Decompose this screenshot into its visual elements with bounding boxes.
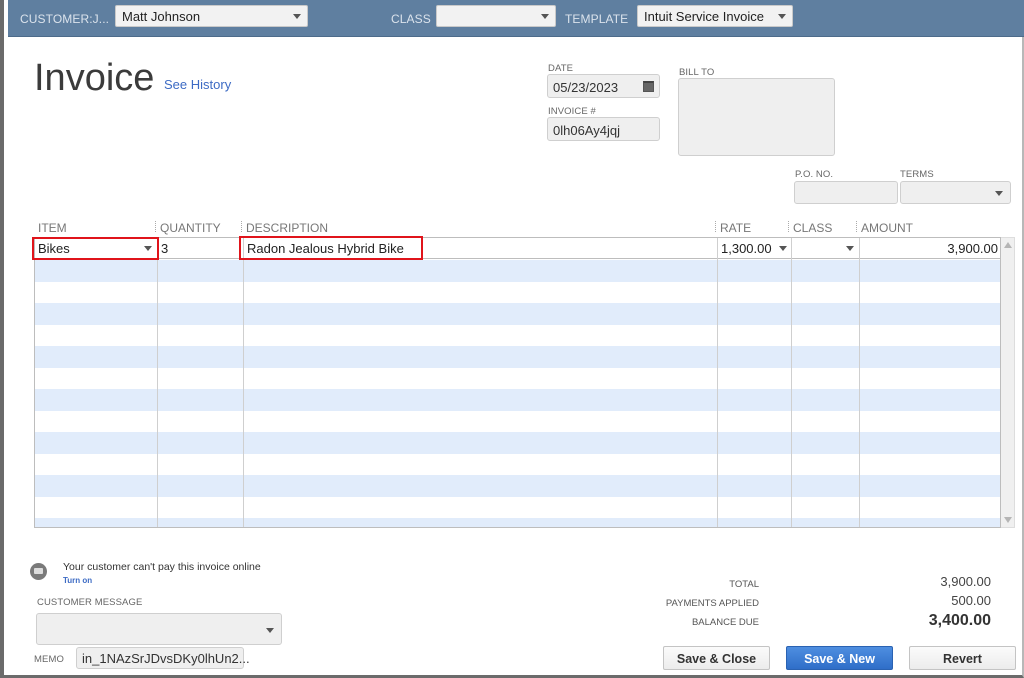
revert-button[interactable]: Revert bbox=[909, 646, 1016, 670]
chevron-down-icon[interactable] bbox=[779, 246, 787, 251]
table-row[interactable] bbox=[35, 260, 1000, 282]
column-divider bbox=[717, 238, 718, 527]
customer-message-select[interactable] bbox=[36, 613, 282, 645]
column-divider bbox=[859, 238, 860, 527]
table-row[interactable] bbox=[35, 518, 1000, 527]
po-number-field[interactable] bbox=[794, 181, 898, 204]
table-row[interactable]: Bikes 3 Radon Jealous Hybrid Bike 1,300.… bbox=[35, 238, 1000, 260]
date-value: 05/23/2023 bbox=[553, 80, 619, 95]
total-value: 3,900.00 bbox=[940, 574, 991, 589]
column-header-quantity[interactable]: QUANTITY bbox=[160, 221, 221, 235]
template-select[interactable]: Intuit Service Invoice bbox=[637, 5, 793, 27]
balance-due-value: 3,400.00 bbox=[928, 612, 991, 629]
class-select[interactable] bbox=[436, 5, 556, 27]
rate-value: 1,300.00 bbox=[721, 241, 772, 256]
chevron-down-icon bbox=[266, 628, 274, 633]
payments-applied-value: 500.00 bbox=[951, 593, 991, 608]
column-header-rate[interactable]: RATE bbox=[720, 221, 751, 235]
credit-card-icon bbox=[30, 563, 47, 580]
table-row[interactable] bbox=[35, 389, 1000, 411]
line-items-table: Bikes 3 Radon Jealous Hybrid Bike 1,300.… bbox=[34, 237, 1001, 528]
memo-value: in_1NAzSrJDvsDKy0lhUn2... bbox=[82, 651, 250, 666]
chevron-down-icon[interactable] bbox=[846, 246, 854, 251]
quantity-cell[interactable]: 3 bbox=[161, 238, 241, 258]
terms-select[interactable] bbox=[900, 181, 1011, 204]
chevron-down-icon bbox=[778, 14, 786, 19]
invoice-number-value: 0lh06Ay4jqj bbox=[553, 123, 620, 138]
column-header-item[interactable]: ITEM bbox=[38, 221, 67, 235]
table-row[interactable] bbox=[35, 475, 1000, 497]
payments-applied-label: PAYMENTS APPLIED bbox=[665, 598, 759, 609]
table-scrollbar[interactable] bbox=[1001, 237, 1015, 528]
top-toolbar: CUSTOMER:J... Matt Johnson CLASS TEMPLAT… bbox=[8, 0, 1024, 37]
column-resize-handle[interactable] bbox=[715, 221, 716, 232]
table-row[interactable] bbox=[35, 346, 1000, 368]
column-divider bbox=[791, 238, 792, 527]
column-header-amount[interactable]: AMOUNT bbox=[861, 221, 913, 235]
column-divider bbox=[157, 238, 158, 527]
chevron-down-icon bbox=[995, 191, 1003, 196]
customer-label: CUSTOMER:J... bbox=[20, 12, 110, 26]
bill-to-label: BILL TO bbox=[679, 67, 715, 78]
customer-value: Matt Johnson bbox=[122, 9, 201, 24]
calendar-icon[interactable] bbox=[643, 81, 654, 92]
class-label: CLASS bbox=[391, 12, 431, 26]
table-row[interactable] bbox=[35, 325, 1000, 347]
table-row[interactable] bbox=[35, 497, 1000, 519]
scroll-down-icon[interactable] bbox=[1004, 517, 1012, 523]
column-resize-handle[interactable] bbox=[856, 221, 857, 232]
table-row[interactable] bbox=[35, 432, 1000, 454]
chevron-down-icon bbox=[293, 14, 301, 19]
bill-to-field[interactable] bbox=[678, 78, 835, 156]
table-row[interactable] bbox=[35, 368, 1000, 390]
total-label: TOTAL bbox=[729, 579, 759, 590]
invoice-window: CUSTOMER:J... Matt Johnson CLASS TEMPLAT… bbox=[0, 0, 1024, 678]
description-highlight-box bbox=[239, 236, 423, 260]
template-value: Intuit Service Invoice bbox=[644, 9, 764, 24]
balance-due-label: BALANCE DUE bbox=[691, 617, 759, 628]
customer-message-label: CUSTOMER MESSAGE bbox=[37, 597, 143, 608]
column-header-class[interactable]: CLASS bbox=[793, 221, 832, 235]
scroll-up-icon[interactable] bbox=[1004, 242, 1012, 248]
save-close-button[interactable]: Save & Close bbox=[663, 646, 770, 670]
table-row[interactable] bbox=[35, 454, 1000, 476]
template-label: TEMPLATE bbox=[565, 12, 629, 26]
table-row[interactable] bbox=[35, 282, 1000, 304]
customer-select[interactable]: Matt Johnson bbox=[115, 5, 308, 27]
column-resize-handle[interactable] bbox=[241, 221, 242, 232]
chevron-down-icon bbox=[541, 14, 549, 19]
rate-cell[interactable]: 1,300.00 bbox=[721, 238, 791, 258]
date-label: DATE bbox=[548, 63, 574, 74]
column-divider bbox=[243, 238, 244, 527]
column-resize-handle[interactable] bbox=[788, 221, 789, 232]
column-header-description[interactable]: DESCRIPTION bbox=[246, 221, 328, 235]
date-field[interactable]: 05/23/2023 bbox=[547, 74, 660, 98]
item-highlight-box bbox=[32, 237, 159, 260]
terms-label: TERMS bbox=[900, 169, 934, 180]
memo-label: MEMO bbox=[34, 654, 64, 665]
invoice-number-field[interactable]: 0lh06Ay4jqj bbox=[547, 117, 660, 141]
online-payment-notice: Your customer can't pay this invoice onl… bbox=[63, 561, 261, 573]
po-number-label: P.O. NO. bbox=[795, 169, 834, 180]
invoice-number-label: INVOICE # bbox=[548, 106, 596, 117]
save-new-button[interactable]: Save & New bbox=[786, 646, 893, 670]
amount-cell[interactable]: 3,900.00 bbox=[863, 238, 998, 258]
table-row[interactable] bbox=[35, 411, 1000, 433]
page-title: Invoice bbox=[34, 57, 155, 99]
see-history-link[interactable]: See History bbox=[164, 77, 231, 92]
column-resize-handle[interactable] bbox=[155, 221, 156, 232]
class-cell[interactable] bbox=[794, 238, 858, 258]
table-row[interactable] bbox=[35, 303, 1000, 325]
memo-field[interactable]: in_1NAzSrJDvsDKy0lhUn2... bbox=[76, 647, 250, 669]
turn-on-link[interactable]: Turn on bbox=[63, 576, 92, 585]
